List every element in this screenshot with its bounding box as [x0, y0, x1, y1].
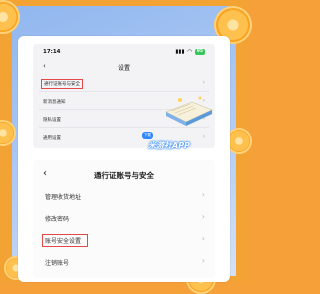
- book-illustration: [165, 96, 214, 126]
- watermark-badge: 下载: [142, 132, 153, 139]
- chevron-right-icon: ›: [201, 234, 205, 243]
- status-time: 17:14: [43, 49, 61, 55]
- settings-item-account-security[interactable]: 通行证账号与安全 ›: [39, 77, 209, 90]
- account-item-address[interactable]: 管理收货地址 ›: [33, 186, 215, 206]
- account-item-label: 管理收货地址: [45, 194, 82, 201]
- status-icons: ▮▮▮ ◠ 95: [175, 49, 205, 55]
- account-item-label: 注销账号: [45, 260, 70, 267]
- watermark-text: 米游社APP: [148, 141, 190, 150]
- account-item-security-settings[interactable]: 账号安全设置 ›: [33, 230, 215, 250]
- settings-title: 设置: [117, 65, 130, 72]
- watermark-logo: 下载 米游社APP: [142, 132, 198, 156]
- account-nav-bar: ‹ 通行证账号与安全: [33, 168, 215, 182]
- chevron-right-icon: ›: [202, 133, 205, 140]
- battery-icon: 95: [194, 49, 205, 55]
- wifi-icon: ◠: [187, 49, 192, 55]
- settings-item-label: 通用设置: [43, 136, 61, 141]
- account-item-label: 修改密码: [45, 216, 70, 223]
- settings-item-label: 新消息通知: [43, 100, 66, 105]
- chevron-right-icon: ›: [202, 79, 205, 86]
- status-bar: 17:14 ▮▮▮ ◠ 95: [33, 48, 215, 58]
- account-item-delete[interactable]: 注销账号 ›: [33, 252, 215, 272]
- chevron-right-icon: ›: [201, 256, 205, 265]
- signal-icon: ▮▮▮: [175, 49, 185, 55]
- account-title: 通行证账号与安全: [94, 171, 154, 180]
- settings-item-label: 通行证账号与安全: [41, 79, 83, 89]
- account-item-password[interactable]: 修改密码 ›: [33, 208, 215, 228]
- chevron-right-icon: ›: [201, 212, 205, 221]
- settings-item-label: 隐私设置: [43, 118, 61, 123]
- account-item-label: 账号安全设置: [42, 234, 89, 247]
- chevron-right-icon: ›: [201, 190, 205, 199]
- account-security-screenshot: ‹ 通行证账号与安全 管理收货地址 › 修改密码 › 账号安全设置 › 注销账号…: [33, 160, 215, 278]
- settings-nav-bar: ‹ 设置: [33, 61, 215, 73]
